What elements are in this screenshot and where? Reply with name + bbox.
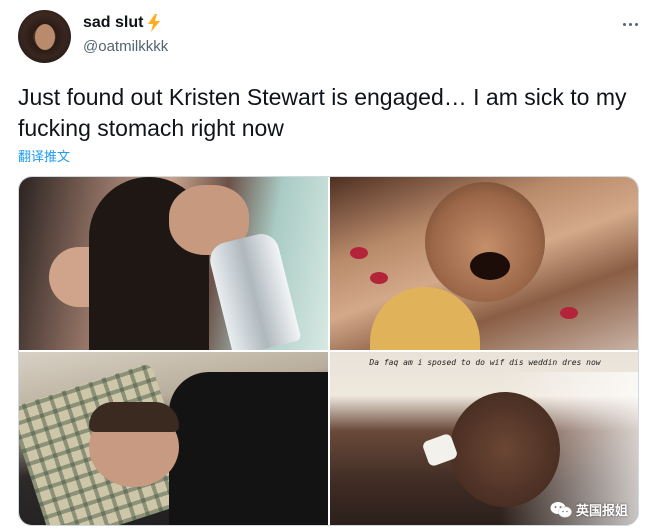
photo-shape (560, 307, 578, 319)
photo-shape (370, 272, 388, 284)
photo-shape (206, 230, 302, 350)
display-name[interactable]: sad slut (83, 14, 143, 32)
more-options-icon[interactable] (620, 14, 640, 34)
media-grid: Da faq am i sposed to do wif dis weddin … (18, 176, 639, 526)
avatar[interactable] (18, 10, 71, 63)
media-image-3[interactable] (19, 352, 328, 525)
lightning-bolt-icon (148, 14, 161, 32)
photo-shape (89, 402, 179, 432)
tweet-text: Just found out Kristen Stewart is engage… (18, 84, 627, 141)
watermark-label: 英国报姐 (575, 503, 628, 518)
meme-caption: Da faq am i sposed to do wif dis weddin … (369, 358, 601, 367)
photo-shape (470, 252, 510, 280)
author-name-row: sad slut (83, 14, 161, 32)
media-image-2[interactable] (330, 177, 638, 350)
dot (628, 22, 632, 26)
dot (634, 22, 638, 26)
photo-shape (350, 247, 368, 259)
wechat-icon (550, 501, 572, 517)
translate-tweet-link[interactable]: 翻译推文 (18, 146, 70, 165)
media-image-1[interactable] (19, 177, 328, 350)
dot (622, 22, 626, 26)
user-handle[interactable]: @oatmilkkkk (83, 38, 168, 55)
photo-shape (450, 392, 560, 507)
tweet-card: sad slut @oatmilkkkk Just found out Kris… (0, 0, 651, 532)
watermark: 英国报姐 (550, 500, 628, 519)
avatar-face (35, 24, 55, 50)
photo-shape (425, 182, 545, 302)
photo-shape (169, 372, 328, 525)
